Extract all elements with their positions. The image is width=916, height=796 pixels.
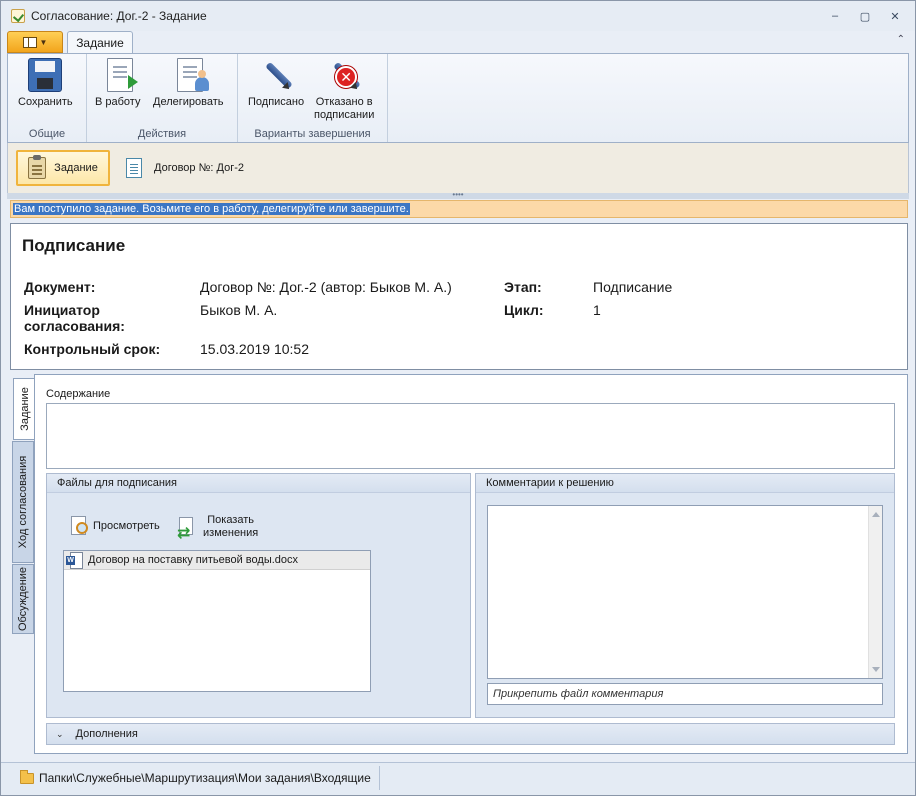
save-button[interactable]: Сохранить bbox=[18, 58, 73, 109]
reject-sign-label-line2: подписании bbox=[314, 109, 375, 121]
document-label: Документ: bbox=[24, 279, 96, 295]
comments-panel-title: Комментарии к решению bbox=[476, 474, 894, 493]
window-controls: ‒ ▢ ✕ bbox=[823, 7, 907, 25]
task-title: Подписание bbox=[22, 236, 126, 255]
side-tab-approval-progress[interactable]: Ход согласования bbox=[12, 441, 34, 563]
document-tab-strip: Задание Договор №: Дог-2 bbox=[7, 143, 909, 193]
folder-icon bbox=[20, 769, 34, 784]
side-tab-bar: Задание Ход согласования Обсуждение bbox=[12, 378, 36, 638]
side-tab-discussion[interactable]: Обсуждение bbox=[12, 564, 34, 634]
maximize-button[interactable]: ▢ bbox=[853, 7, 877, 25]
scroll-down-icon[interactable] bbox=[872, 667, 880, 672]
ribbon: Сохранить Общие В работу Делегировать Де… bbox=[7, 53, 909, 143]
stage-label: Этап: bbox=[504, 279, 542, 295]
task-notice: Вам поступило задание. Возьмите его в ра… bbox=[10, 200, 908, 218]
ribbon-group-label: Общие bbox=[28, 128, 66, 140]
ribbon-collapse-icon[interactable]: ⌃ bbox=[897, 34, 905, 45]
side-tab-label: Задание bbox=[19, 387, 32, 431]
show-changes-label-line2: изменения bbox=[203, 527, 259, 539]
notice-text: Вам поступило задание. Возьмите его в ра… bbox=[13, 203, 410, 215]
doc-tab-task[interactable]: Задание bbox=[16, 150, 110, 186]
delegate-label: Делегировать bbox=[153, 96, 224, 108]
content-label: Содержание bbox=[46, 388, 111, 400]
close-button[interactable]: ✕ bbox=[883, 7, 907, 25]
files-panel: Файлы для подписания Просмотреть Показат… bbox=[46, 473, 471, 718]
addons-expander[interactable]: ⌄ Дополнения bbox=[46, 723, 895, 745]
signed-label: Подписано bbox=[248, 96, 305, 108]
window-title: Согласование: Дог.-2 - Задание bbox=[31, 9, 207, 23]
word-document-icon bbox=[66, 552, 83, 569]
file-list: Договор на поставку питьевой воды.docx bbox=[63, 550, 371, 692]
reject-sign-label-line1: Отказано в bbox=[315, 96, 373, 108]
side-tab-label: Обсуждение bbox=[17, 566, 29, 632]
document-icon bbox=[126, 158, 142, 178]
clipboard-icon bbox=[28, 155, 47, 179]
view-file-label: Просмотреть bbox=[93, 520, 160, 532]
attach-comment-file-field[interactable]: Прикрепить файл комментария bbox=[487, 683, 883, 705]
compare-icon bbox=[175, 515, 199, 543]
deadline-label: Контрольный срок: bbox=[24, 341, 161, 357]
initiator-label-line2: согласования: bbox=[24, 318, 125, 334]
show-changes-label: Показать изменения bbox=[203, 514, 258, 540]
content-textbox[interactable] bbox=[46, 403, 895, 469]
comments-panel: Комментарии к решению Прикрепить файл ко… bbox=[475, 473, 895, 718]
show-changes-label-line1: Показать bbox=[207, 514, 254, 526]
comment-textarea[interactable] bbox=[487, 505, 883, 679]
ribbon-group-label: Варианты завершения bbox=[254, 128, 371, 140]
files-panel-title: Файлы для подписания bbox=[47, 474, 470, 493]
addons-label: Дополнения bbox=[75, 728, 138, 740]
reject-sign-button[interactable]: ✕ Отказано в подписании bbox=[314, 58, 374, 122]
start-work-label: В работу bbox=[95, 96, 141, 108]
start-work-icon bbox=[106, 58, 138, 92]
chevron-down-icon: ⌄ bbox=[56, 728, 64, 739]
save-button-label: Сохранить bbox=[18, 96, 73, 108]
ribbon-group-completion: Подписано ✕ Отказано в подписании Вариан… bbox=[238, 54, 388, 142]
task-info-panel: Подписание Документ: Договор №: Дог.-2 (… bbox=[10, 223, 908, 370]
cycle-value: 1 bbox=[593, 302, 601, 318]
app-menu-button[interactable]: ▼ bbox=[7, 31, 63, 53]
deadline-value: 15.03.2019 10:52 bbox=[200, 341, 309, 357]
side-tab-label: Ход согласования bbox=[17, 455, 29, 549]
ribbon-tab-bar: ▼ Задание ⌃ bbox=[7, 31, 909, 54]
ribbon-group-label: Действия bbox=[137, 128, 187, 140]
magnifier-icon bbox=[69, 516, 89, 536]
ribbon-group-general: Сохранить Общие bbox=[8, 54, 87, 142]
chevron-down-icon: ▼ bbox=[39, 37, 48, 47]
reject-sign-icon: ✕ bbox=[327, 58, 361, 92]
initiator-value: Быков М. А. bbox=[200, 302, 278, 318]
cycle-label: Цикл: bbox=[504, 302, 544, 318]
task-content-area: Содержание Файлы для подписания Просмотр… bbox=[34, 374, 908, 754]
comment-scrollbar[interactable] bbox=[868, 506, 882, 678]
show-changes-button[interactable]: Показать изменения bbox=[175, 514, 258, 543]
delegate-icon bbox=[177, 58, 210, 92]
tab-task[interactable]: Задание bbox=[67, 31, 133, 54]
task-app-icon bbox=[11, 9, 25, 23]
signed-button[interactable]: Подписано bbox=[248, 58, 304, 109]
side-tab-task[interactable]: Задание bbox=[13, 378, 36, 440]
stage-value: Подписание bbox=[593, 279, 673, 295]
delegate-button[interactable]: Делегировать bbox=[153, 58, 224, 109]
splitter-handle[interactable]: •••• bbox=[7, 191, 909, 199]
ribbon-group-actions: В работу Делегировать Действия bbox=[87, 54, 238, 142]
sign-pen-icon bbox=[259, 58, 293, 92]
initiator-label-line1: Инициатор bbox=[24, 302, 100, 318]
file-name: Договор на поставку питьевой воды.docx bbox=[88, 554, 299, 566]
app-menu-icon bbox=[22, 36, 37, 48]
doc-tab-label: Задание bbox=[54, 162, 98, 174]
status-bar: Папки\Служебные\Маршрутизация\Мои задани… bbox=[1, 762, 915, 795]
start-work-button[interactable]: В работу bbox=[95, 58, 140, 109]
minimize-button[interactable]: ‒ bbox=[823, 7, 847, 25]
task-window: Согласование: Дог.-2 - Задание ‒ ▢ ✕ ▼ З… bbox=[0, 0, 916, 796]
view-file-button[interactable]: Просмотреть bbox=[69, 516, 160, 536]
doc-tab-label: Договор №: Дог-2 bbox=[154, 162, 244, 174]
title-bar: Согласование: Дог.-2 - Задание ‒ ▢ ✕ bbox=[1, 1, 915, 31]
folder-path[interactable]: Папки\Служебные\Маршрутизация\Мои задани… bbox=[10, 766, 380, 790]
save-icon bbox=[28, 58, 63, 92]
scroll-up-icon[interactable] bbox=[872, 512, 880, 517]
document-link[interactable]: Договор №: Дог.-2 (автор: Быков М. А.) bbox=[200, 279, 452, 295]
folder-path-text: Папки\Служебные\Маршрутизация\Мои задани… bbox=[39, 771, 371, 785]
doc-tab-contract[interactable]: Договор №: Дог-2 bbox=[126, 150, 244, 186]
file-list-item[interactable]: Договор на поставку питьевой воды.docx bbox=[64, 551, 370, 570]
